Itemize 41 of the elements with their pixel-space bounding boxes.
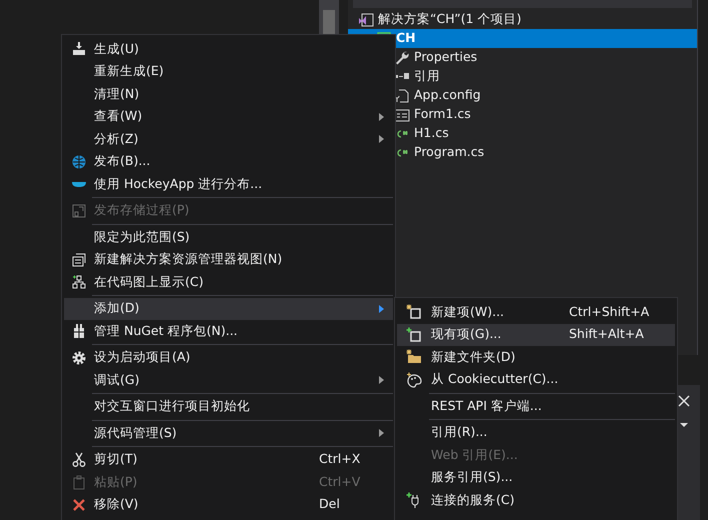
menu-item[interactable]: 对交互窗口进行项目初始化 — [64, 396, 393, 418]
database-icon — [71, 202, 87, 219]
menu-item[interactable]: 从 Cookiecutter(C)... — [397, 368, 675, 391]
graph-icon — [71, 274, 87, 290]
tree-item[interactable]: 解决方案“CH”(1 个项目) — [348, 10, 697, 29]
add-item-icon — [406, 326, 422, 343]
close-icon — [676, 393, 692, 409]
scissors-icon — [71, 452, 87, 468]
menu-item[interactable]: 现有项(G)... Shift+Alt+A — [397, 324, 675, 346]
globe-icon — [71, 154, 87, 170]
menu-item[interactable]: 新建解决方案资源管理器视图(N) — [64, 248, 393, 271]
config-file-icon — [394, 88, 410, 104]
new-item-icon — [406, 304, 422, 320]
menu-item[interactable]: 引用(R)... — [397, 422, 675, 444]
menu-item[interactable]: 连接的服务(C) — [397, 489, 675, 512]
menu-item[interactable]: 新建项(W)... Ctrl+Shift+A — [397, 301, 675, 324]
solution-icon — [358, 12, 374, 28]
package-icon — [71, 323, 87, 340]
menu-item[interactable]: 添加(D) — [64, 298, 393, 320]
clipboard-icon — [71, 474, 87, 490]
menu-item[interactable]: 新建文件夹(D) — [397, 346, 675, 368]
window-icon — [71, 252, 87, 268]
menu-item[interactable]: 设为启动项目(A) — [64, 346, 393, 369]
palette-icon — [406, 372, 422, 388]
delete-icon — [71, 496, 87, 513]
wrench-icon — [394, 50, 410, 66]
tree-item[interactable]: CH — [348, 29, 697, 48]
gear-icon — [71, 350, 87, 366]
menu-item[interactable]: 限定为此范围(S) — [64, 226, 393, 248]
folder-icon — [406, 349, 422, 366]
form-icon — [394, 106, 410, 122]
menu-item[interactable]: 服务引用(S)... — [397, 466, 675, 489]
build-icon — [71, 41, 87, 58]
menu-item[interactable]: REST API 客户端... — [397, 395, 675, 418]
menu-item[interactable]: 调试(G) — [64, 369, 393, 392]
menu-item[interactable]: 源代码管理(S) — [64, 422, 393, 444]
menu-item[interactable]: 移除(V) Del — [64, 494, 393, 516]
menu-item[interactable]: 管理 NuGet 程序包(N)... — [64, 320, 393, 342]
menu-item[interactable]: 使用 HockeyApp 进行分布... — [64, 173, 393, 196]
menu-item[interactable]: 剪切(T) Ctrl+X — [64, 448, 393, 471]
menu-item[interactable]: 在代码图上显示(C) — [64, 271, 393, 294]
